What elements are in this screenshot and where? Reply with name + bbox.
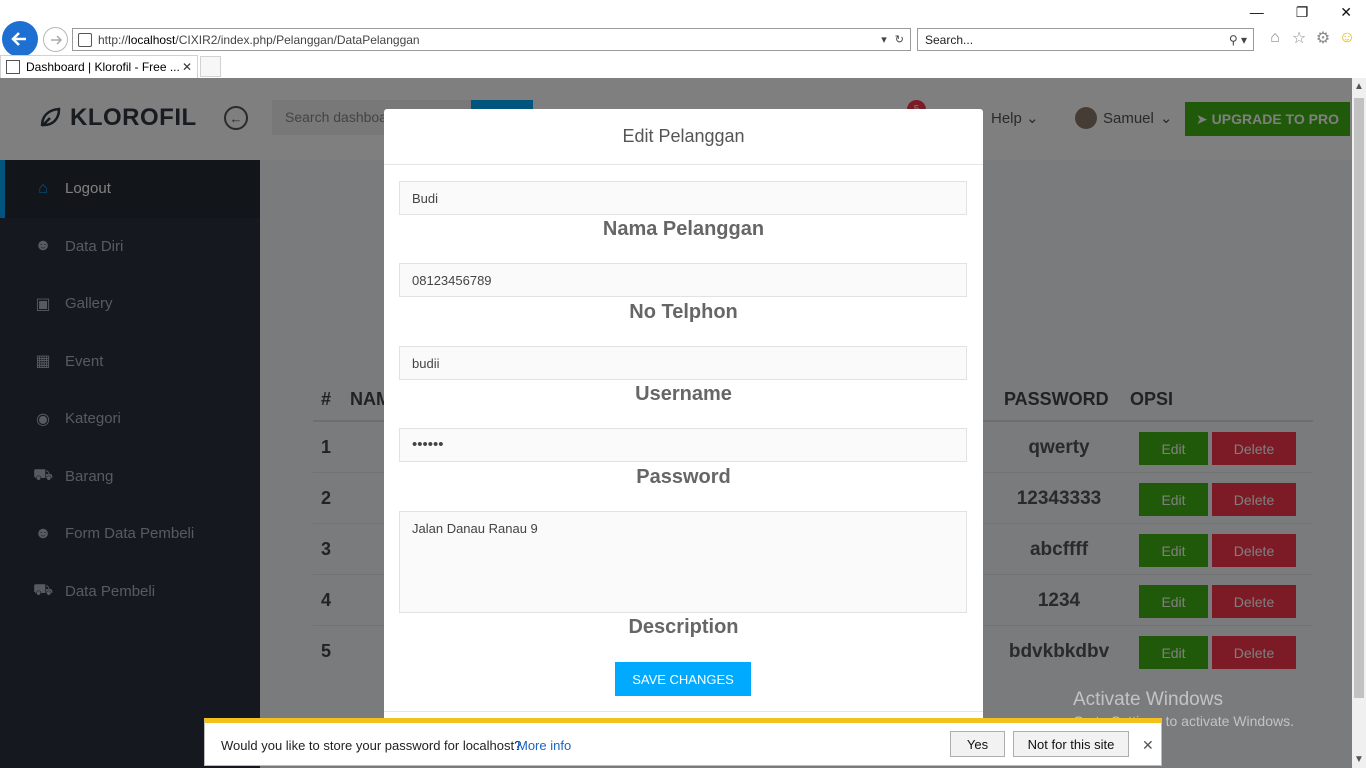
not-for-this-site-button[interactable]: Not for this site [1013,731,1129,757]
watermark-line-1: Activate Windows [1073,689,1223,710]
browser-tab[interactable]: Dashboard | Klorofil - Free ... ✕ [0,55,198,78]
scroll-up-icon[interactable]: ▲ [1352,81,1366,92]
restore-icon[interactable]: ❐ [1296,4,1309,21]
browser-search-placeholder: Search... [925,32,974,47]
username-input[interactable]: budii [399,346,967,380]
page-content: KLOROFIL ← Search dashboard... 5 Help ⌄ … [0,78,1352,768]
close-window-icon[interactable]: ✕ [1340,4,1352,21]
forward-button[interactable] [43,27,68,52]
minimize-icon[interactable]: — [1250,4,1264,21]
page-favicon-icon [78,32,92,47]
home-icon[interactable]: ⌂ [1266,29,1284,47]
save-changes-button[interactable]: SAVE CHANGES [615,662,751,696]
description-textarea[interactable]: Jalan Danau Ranau 9 [399,511,967,613]
description-label: Description [628,616,739,638]
address-bar[interactable]: http://localhost/CIXIR2/index.php/Pelang… [72,28,911,51]
password-label: Password [636,466,731,488]
tab-close-icon[interactable]: ✕ [182,60,192,74]
more-info-link[interactable]: More info [517,738,571,753]
window-controls: — ❐ ✕ [1250,4,1352,21]
password-save-prompt: Would you like to store your password fo… [204,718,1162,766]
nama-pelanggan-input[interactable]: Budi [399,181,967,215]
scrollbar-thumb[interactable] [1354,98,1364,698]
username-label: Username [635,383,732,405]
browser-chrome: — ❐ ✕ http://localhost/CIXIR2/index.php/… [0,0,1366,78]
prompt-message: Would you like to store your password fo… [221,738,522,753]
search-icon[interactable]: ⚲ ▾ [1229,33,1247,47]
edit-customer-modal: Edit Pelanggan Budi Nama Pelanggan 08123… [384,109,983,749]
close-prompt-icon[interactable]: ✕ [1142,737,1154,754]
tab-favicon-icon [6,60,20,74]
no-telphon-label: No Telphon [629,301,738,323]
tab-title: Dashboard | Klorofil - Free ... [26,60,180,74]
browser-search-box[interactable]: Search... ⚲ ▾ [917,28,1254,51]
vertical-scrollbar[interactable]: ▲ ▼ [1352,78,1366,768]
arrow-left-icon [11,32,26,46]
arrow-right-icon [50,34,62,45]
smiley-feedback-icon[interactable]: ☺ [1338,29,1356,47]
url-text[interactable]: http://localhost/CIXIR2/index.php/Pelang… [98,33,881,47]
back-button[interactable] [2,21,38,57]
scroll-down-icon[interactable]: ▼ [1352,754,1366,765]
no-telphon-input[interactable]: 08123456789 [399,263,967,297]
nama-pelanggan-label: Nama Pelanggan [602,218,765,240]
password-input[interactable]: •••••• [399,428,967,462]
yes-button[interactable]: Yes [950,731,1005,757]
modal-title: Edit Pelanggan [384,109,983,165]
refresh-icon[interactable]: ↻ [895,33,904,46]
favorites-star-icon[interactable]: ☆ [1290,29,1308,47]
modal-footer-divider [384,711,983,712]
settings-gear-icon[interactable]: ⚙ [1314,29,1332,47]
new-tab-button[interactable] [200,56,221,77]
dropdown-arrow-icon[interactable]: ▾ [881,33,887,46]
